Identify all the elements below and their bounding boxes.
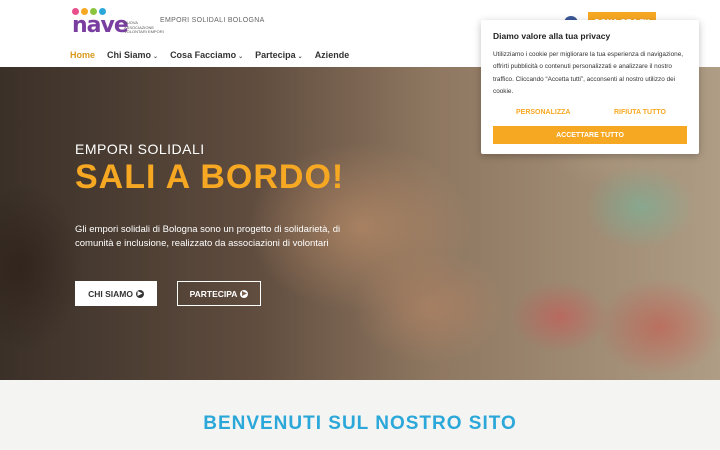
logo-subtext: NUOVA ASSOCIAZIONE VOLONTARI EMPORI <box>124 20 164 34</box>
partecipa-button[interactable]: PARTECIPA ▶ <box>177 281 261 306</box>
nave-logo[interactable]: nave NUOVA ASSOCIAZIONE VOLONTARI EMPORI <box>72 8 164 38</box>
site-tagline: EMPORI SOLIDALI BOLOGNA <box>160 17 265 24</box>
hero-eyebrow: EMPORI SOLIDALI <box>75 141 205 157</box>
hero-title: SALI A BORDO! <box>75 158 345 196</box>
main-nav: Home Chi Siamo ⌄ Cosa Facciamo ⌄ Partecipa… <box>70 47 361 69</box>
chi-siamo-button[interactable]: CHI SIAMO ▶ <box>75 281 157 306</box>
customize-cookies-button[interactable]: PERSONALIZZA <box>516 109 570 116</box>
logo-wordmark: nave <box>72 13 129 38</box>
arrow-right-icon: ▶ <box>240 289 249 298</box>
arrow-right-icon: ▶ <box>135 289 144 298</box>
hero-description: Gli empori solidali di Bologna sono un p… <box>75 224 341 249</box>
nav-item-chi-siamo[interactable]: Chi Siamo ⌄ <box>107 47 158 69</box>
nav-item-label: Partecipa <box>255 50 296 60</box>
chevron-down-icon: ⌄ <box>297 54 303 60</box>
welcome-title: BENVENUTI SUL NOSTRO SITO <box>203 413 517 434</box>
nav-item-aziende[interactable]: Aziende <box>315 47 350 69</box>
cookie-title: Diamo valore alla tua privacy <box>493 31 611 41</box>
button-label: CHI SIAMO <box>88 288 133 299</box>
cookie-text: Utilizziamo i cookie per migliorare la t… <box>493 51 684 96</box>
nav-item-partecipa[interactable]: Partecipa ⌄ <box>255 47 303 69</box>
button-label: PARTECIPA <box>189 288 238 299</box>
chevron-down-icon: ⌄ <box>153 54 159 60</box>
nav-item-label: Home <box>70 50 96 60</box>
accept-all-button[interactable]: ACCETTARE TUTTO <box>493 126 687 144</box>
nav-item-label: Aziende <box>314 50 350 60</box>
cookie-consent-dialog: Diamo valore alla tua privacy Utilizziam… <box>481 20 699 154</box>
nav-item-cosa-facciamo[interactable]: Cosa Facciamo ⌄ <box>170 47 243 69</box>
reject-all-button[interactable]: RIFIUTA TUTTO <box>614 109 666 116</box>
chevron-down-icon: ⌄ <box>238 54 244 60</box>
welcome-section: BENVENUTI SUL NOSTRO SITO <box>0 380 720 450</box>
nav-item-label: Cosa Facciamo <box>170 50 237 60</box>
nav-item-label: Chi Siamo <box>107 50 152 60</box>
nav-item-home[interactable]: Home <box>70 47 96 69</box>
